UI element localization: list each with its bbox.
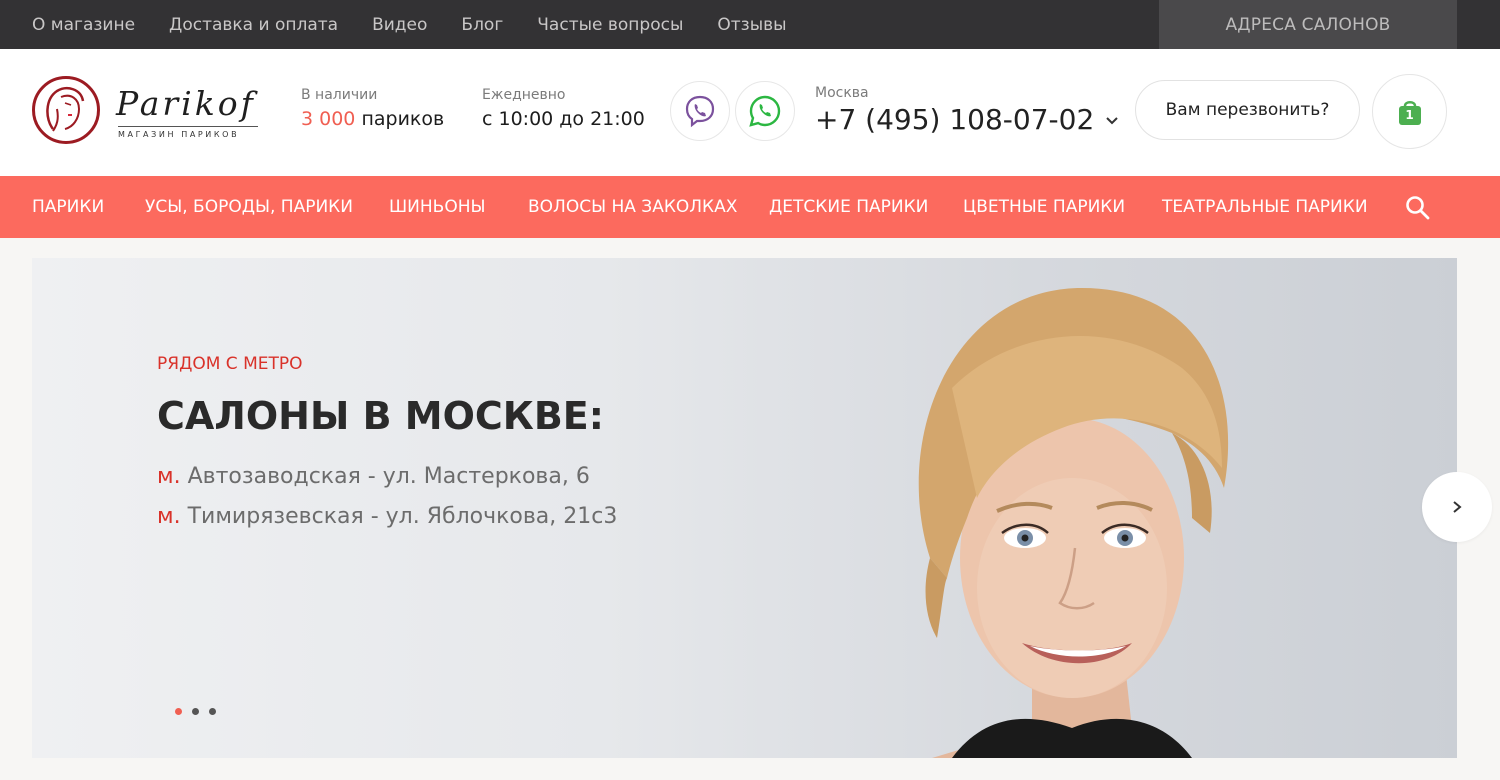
logo-subtitle: МАГАЗИН ПАРИКОВ xyxy=(118,130,240,139)
hero-eyebrow: РЯДОМ С МЕТРО xyxy=(157,354,303,374)
nav-item-beards[interactable]: УСЫ, БОРОДЫ, ПАРИКИ xyxy=(145,176,353,238)
address-text: Автозаводская - ул. Мастеркова, 6 xyxy=(187,464,590,489)
slider-next-button[interactable] xyxy=(1422,472,1492,542)
logo[interactable]: Parikof МАГАЗИН ПАРИКОВ xyxy=(32,76,262,146)
top-link-blog[interactable]: Блог xyxy=(461,15,503,35)
whatsapp-icon xyxy=(749,95,781,127)
hero-address: м. Тимирязевская - ул. Яблочкова, 21с3 xyxy=(157,504,617,529)
hours-info: Ежедневно с 10:00 до 21:00 xyxy=(482,87,645,130)
woman-face-icon xyxy=(46,87,85,132)
phone-block[interactable]: Москва +7 (495) 108-07-02 xyxy=(815,85,1120,136)
phone-city: Москва xyxy=(815,85,869,101)
nav-item-theatrical-wigs[interactable]: ТЕАТРАЛЬНЫЕ ПАРИКИ xyxy=(1162,176,1368,238)
page-background-strip xyxy=(0,758,1500,780)
nav-item-clip-hair[interactable]: ВОЛОСЫ НА ЗАКОЛКАХ xyxy=(528,176,737,238)
header: Parikof МАГАЗИН ПАРИКОВ В наличии 3 000 … xyxy=(0,49,1500,176)
slider-dot-3[interactable] xyxy=(209,708,216,715)
chevron-right-icon xyxy=(1453,501,1462,513)
slider-dot-1[interactable] xyxy=(175,708,182,715)
logo-name: Parikof xyxy=(116,84,256,123)
hero-slider: РЯДОМ С МЕТРО САЛОНЫ В МОСКВЕ: м. Автоза… xyxy=(32,258,1457,758)
top-link-video[interactable]: Видео xyxy=(372,15,427,35)
stock-label: В наличии xyxy=(301,87,378,103)
stock-value: 3 000 париков xyxy=(301,108,444,130)
nav-item-kids-wigs[interactable]: ДЕТСКИЕ ПАРИКИ xyxy=(769,176,928,238)
hero-address: м. Автозаводская - ул. Мастеркова, 6 xyxy=(157,464,590,489)
hero-title: САЛОНЫ В МОСКВЕ: xyxy=(157,394,604,438)
slider-dot-2[interactable] xyxy=(192,708,199,715)
top-link-faq[interactable]: Частые вопросы xyxy=(537,15,683,35)
phone-number-row: +7 (495) 108-07-02 xyxy=(815,103,1120,136)
top-links: О магазине Доставка и оплата Видео Блог … xyxy=(32,0,821,49)
slider-pagination xyxy=(175,708,226,715)
top-link-about[interactable]: О магазине xyxy=(32,15,135,35)
nav-item-chignons[interactable]: ШИНЬОНЫ xyxy=(389,176,486,238)
search-icon[interactable] xyxy=(1404,194,1432,222)
logo-divider xyxy=(118,126,258,127)
chevron-down-icon[interactable] xyxy=(1104,112,1120,128)
salons-address-button[interactable]: АДРЕСА САЛОНОВ xyxy=(1159,0,1457,49)
category-nav: ПАРИКИ УСЫ, БОРОДЫ, ПАРИКИ ШИНЬОНЫ ВОЛОС… xyxy=(0,176,1500,238)
logo-emblem xyxy=(32,76,100,144)
callback-button[interactable]: Вам перезвонить? xyxy=(1135,80,1360,140)
stock-info: В наличии 3 000 париков xyxy=(301,87,444,130)
stock-suffix: париков xyxy=(361,108,445,130)
viber-icon xyxy=(685,95,715,128)
cart-button[interactable]: 1 xyxy=(1372,74,1447,149)
top-link-delivery[interactable]: Доставка и оплата xyxy=(169,15,338,35)
stock-count: 3 000 xyxy=(301,108,356,130)
top-bar: О магазине Доставка и оплата Видео Блог … xyxy=(0,0,1500,49)
nav-item-wigs[interactable]: ПАРИКИ xyxy=(32,176,104,238)
whatsapp-button[interactable] xyxy=(735,81,795,141)
cart-count: 1 xyxy=(1405,107,1414,122)
metro-prefix: м. xyxy=(157,464,181,489)
metro-prefix: м. xyxy=(157,504,181,529)
address-text: Тимирязевская - ул. Яблочкова, 21с3 xyxy=(187,504,618,529)
top-link-reviews[interactable]: Отзывы xyxy=(717,15,786,35)
hours-label: Ежедневно xyxy=(482,87,566,103)
hours-value: с 10:00 до 21:00 xyxy=(482,108,645,130)
viber-button[interactable] xyxy=(670,81,730,141)
nav-item-colored-wigs[interactable]: ЦВЕТНЫЕ ПАРИКИ xyxy=(963,176,1125,238)
phone-number[interactable]: +7 (495) 108-07-02 xyxy=(815,103,1094,136)
